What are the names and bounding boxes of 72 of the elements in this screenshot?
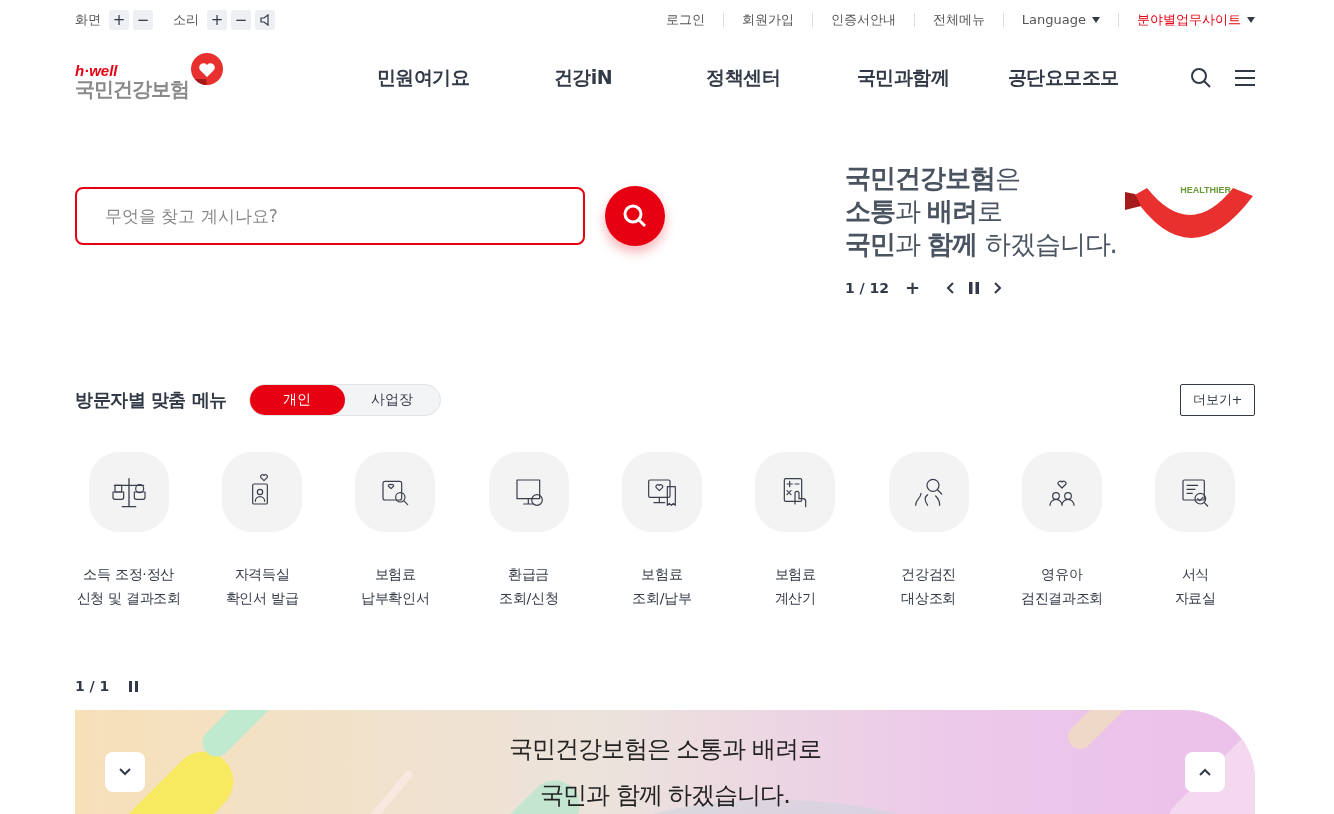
quick-menu-label[interactable]: 자격득실 확인서 발급 <box>225 562 299 610</box>
quick-menu-label[interactable]: 소득 조정·정산 신청 및 결과조회 <box>76 562 181 610</box>
nav-menu-item[interactable]: 국민과함께 <box>823 65 983 91</box>
quick-menu-icon-tile[interactable] <box>888 452 969 532</box>
quick-menu-icon-tile[interactable] <box>488 452 569 532</box>
banner-text: 국민건강보험은 소통과 배려로 국민과 함께 하겠습니다. <box>508 734 822 811</box>
more-button[interactable]: 더보기+ <box>1180 384 1255 416</box>
visitor-tab[interactable]: 개인 <box>249 385 345 415</box>
quick-menu-icon-tile[interactable] <box>621 452 702 532</box>
heart-logo-icon <box>189 53 225 87</box>
next-icon <box>993 280 1003 295</box>
quick-menu-icon-tile[interactable] <box>88 452 169 532</box>
next-button[interactable] <box>993 280 1003 295</box>
zoom-in-button[interactable]: + <box>109 10 129 30</box>
logo-tagline: h·well <box>75 63 119 78</box>
dropdown-link[interactable]: Language <box>1002 13 1118 27</box>
logo[interactable]: h·well 국민건강보험 <box>75 53 325 103</box>
top-link[interactable]: 회원가입 <box>722 13 812 27</box>
chevron-up-icon <box>1199 768 1211 776</box>
menu-icon <box>1235 69 1255 87</box>
menu-button[interactable] <box>1235 69 1255 87</box>
caret-icon <box>1247 17 1255 23</box>
quick-menu-label[interactable]: 보험료 납부확인서 <box>361 562 430 610</box>
speaker-icon <box>259 13 271 27</box>
top-link[interactable]: 로그인 <box>647 13 723 27</box>
quick-menu-label[interactable]: 환급금 조회/신청 <box>499 562 559 610</box>
quick-menu-label[interactable]: 영유아 검진결과조회 <box>1020 562 1104 610</box>
search-button[interactable] <box>1191 68 1211 88</box>
pause-button[interactable] <box>969 280 980 295</box>
visitor-tab[interactable]: 사업장 <box>344 385 440 415</box>
nav-menu-item[interactable]: 민원여기요 <box>343 65 503 91</box>
quick-menu-icon-tile[interactable] <box>1021 452 1102 532</box>
ribbon-label: HEALTHIER <box>1180 185 1231 195</box>
slide-counter: 1 / 1 <box>75 678 110 694</box>
quick-menu-label[interactable]: 건강검진 대상조회 <box>901 562 957 610</box>
logo-name: 국민건강보험 <box>75 78 189 100</box>
dropdown-link[interactable]: 분야별업무사이트 <box>1118 13 1255 27</box>
section-title: 방문자별 맞춤 메뉴 <box>75 388 227 412</box>
slogan-line: 국민과 함께 하겠습니다. <box>845 228 1117 261</box>
speaker-button[interactable] <box>255 10 275 30</box>
nav-menu-item[interactable]: 정책센터 <box>663 65 823 91</box>
pause-button[interactable] <box>129 680 139 692</box>
top-link[interactable]: 전체메뉴 <box>913 13 1003 27</box>
add-button[interactable]: + <box>905 277 921 298</box>
volume-up-button[interactable]: + <box>207 10 227 30</box>
quick-menu-label[interactable]: 보험료 계산기 <box>774 562 816 610</box>
search-field[interactable]: 무엇을 찾고 계시나요? <box>75 187 585 245</box>
slide-counter: 1 / 12 <box>845 279 890 296</box>
slogan-line: 소통과 배려로 <box>845 195 1003 228</box>
sound-label: 소리 <box>173 11 199 29</box>
previous-button[interactable] <box>946 280 956 295</box>
volume-down-button[interactable]: − <box>231 10 251 30</box>
search-icon <box>1191 68 1211 88</box>
pause-icon <box>969 280 980 295</box>
quick-menu-icon-tile[interactable] <box>755 452 836 532</box>
chevron-down-icon <box>119 768 131 776</box>
quick-menu-icon-tile[interactable] <box>355 452 436 532</box>
quick-menu-icon-tile[interactable] <box>1155 452 1236 532</box>
search-button[interactable] <box>605 186 665 246</box>
quick-menu-icon-tile[interactable] <box>222 452 302 532</box>
top-link[interactable]: 인증서안내 <box>811 13 914 27</box>
search-icon <box>623 204 647 228</box>
pause-icon <box>129 680 139 692</box>
caret-icon <box>1092 17 1100 23</box>
quick-menu-label[interactable]: 서식 자료실 <box>1174 562 1216 610</box>
screen-zoom-label: 화면 <box>75 11 101 29</box>
nav-menu-item[interactable]: 건강iN <box>503 65 663 91</box>
nav-menu-item[interactable]: 공단요모조모 <box>983 65 1143 91</box>
zoom-out-button[interactable]: − <box>133 10 153 30</box>
slogan-line: 국민건강보험은 <box>845 162 1020 195</box>
previous-icon <box>946 280 956 295</box>
quick-menu-label[interactable]: 보험료 조회/납부 <box>632 562 692 610</box>
